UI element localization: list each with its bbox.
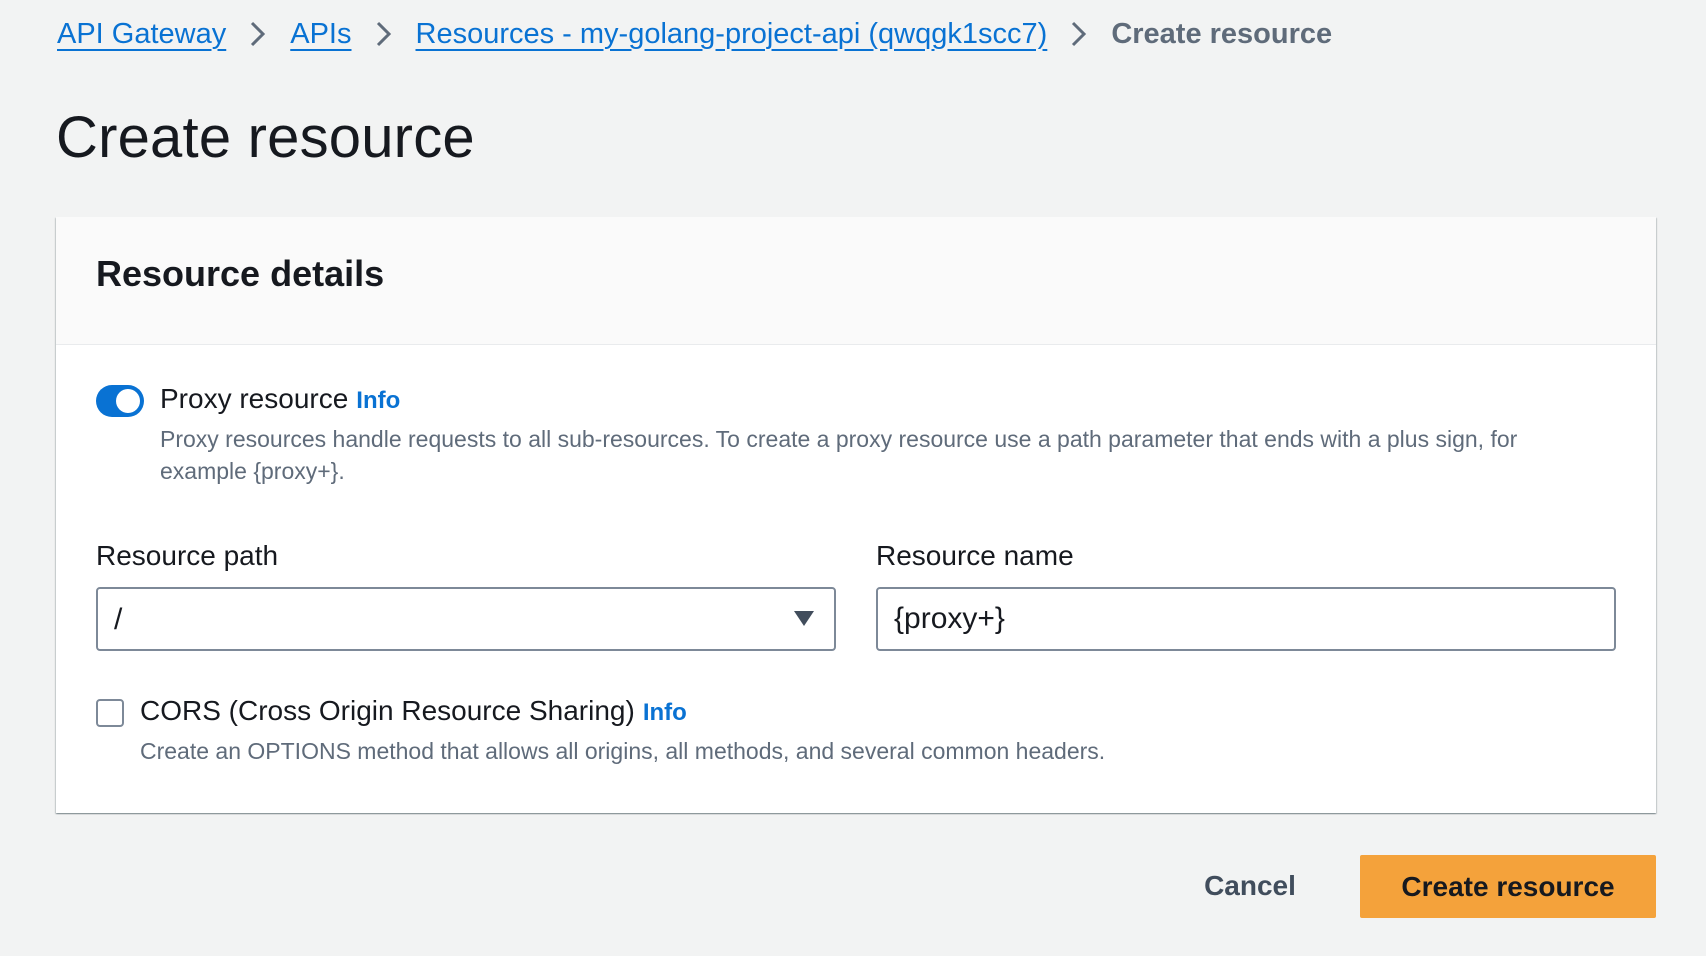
toggle-knob bbox=[116, 389, 140, 413]
chevron-right-icon bbox=[226, 14, 290, 54]
cors-label: CORS (Cross Origin Resource Sharing) bbox=[140, 695, 635, 726]
resource-name-input[interactable] bbox=[876, 587, 1616, 651]
breadcrumb-current: Create resource bbox=[1111, 17, 1333, 50]
resource-details-container: Resource details Proxy resource Info Prox… bbox=[56, 217, 1656, 813]
breadcrumb-resources[interactable]: Resources - my-golang-project-api (qwqgk… bbox=[416, 18, 1048, 51]
breadcrumb: API Gateway APIs Resources - my-golang-p… bbox=[57, 14, 1332, 54]
page-title: Create resource bbox=[56, 105, 475, 170]
resource-path-value: / bbox=[114, 603, 123, 636]
cors-checkbox[interactable] bbox=[96, 699, 124, 727]
proxy-resource-description: Proxy resources handle requests to all s… bbox=[160, 426, 1518, 484]
resource-name-label: Resource name bbox=[876, 540, 1074, 571]
create-resource-button[interactable]: Create resource bbox=[1360, 855, 1656, 918]
caret-down-icon bbox=[794, 611, 814, 627]
resource-path-select[interactable]: / bbox=[96, 587, 836, 651]
cors-label-row: CORS (Cross Origin Resource Sharing) Info bbox=[140, 695, 687, 727]
proxy-resource-toggle[interactable] bbox=[96, 385, 144, 417]
resource-path-label: Resource path bbox=[96, 540, 279, 571]
breadcrumb-apis[interactable]: APIs bbox=[290, 18, 351, 51]
proxy-resource-label-row: Proxy resource Info bbox=[160, 383, 400, 415]
container-header: Resource details bbox=[56, 217, 1656, 345]
proxy-resource-label: Proxy resource bbox=[160, 383, 349, 414]
proxy-info-link[interactable]: Info bbox=[356, 387, 400, 414]
chevron-right-icon bbox=[352, 14, 416, 54]
cancel-button[interactable]: Cancel bbox=[1188, 855, 1312, 917]
cors-description: Create an OPTIONS method that allows all… bbox=[140, 738, 1106, 764]
chevron-right-icon bbox=[1047, 14, 1111, 54]
breadcrumb-api-gateway[interactable]: API Gateway bbox=[57, 18, 226, 51]
cors-info-link[interactable]: Info bbox=[643, 699, 687, 726]
container-title: Resource details bbox=[96, 253, 385, 294]
